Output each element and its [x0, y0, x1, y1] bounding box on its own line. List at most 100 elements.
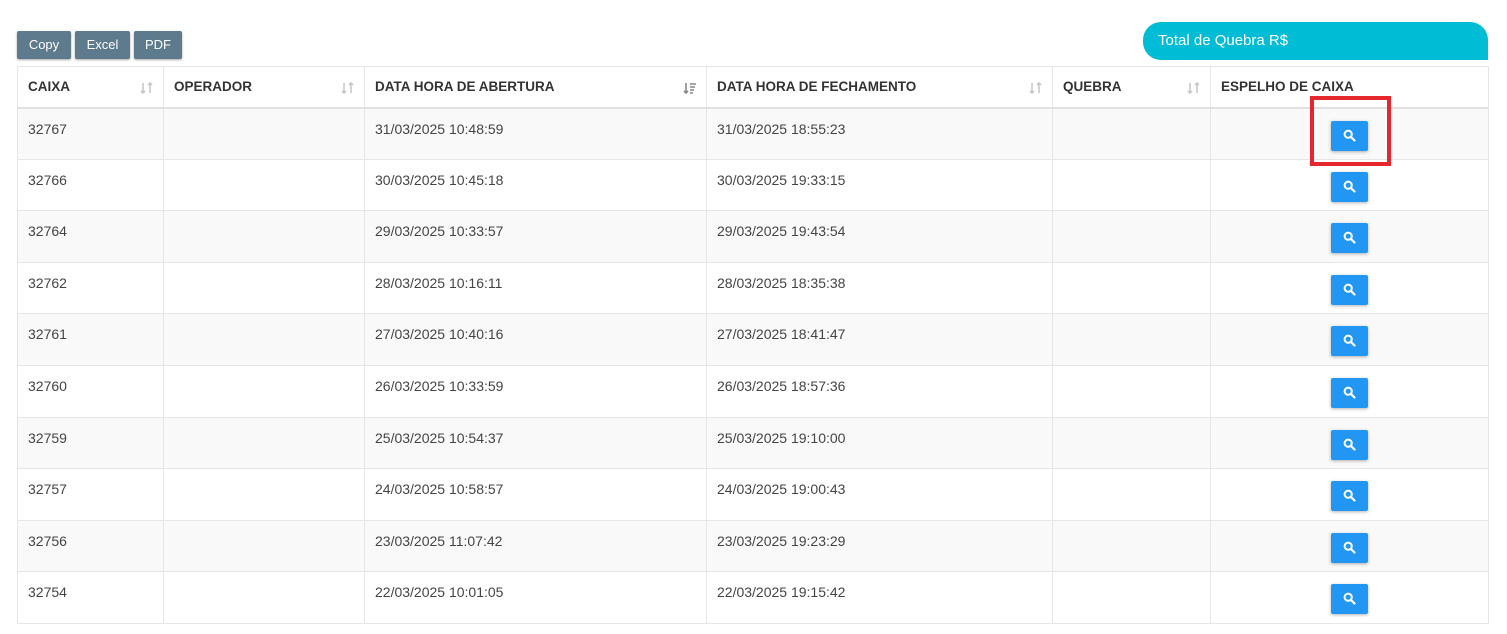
table-row: 32754 22/03/2025 10:01:05 22/03/2025 19:15…	[17, 571, 1489, 624]
cell-caixa: 32762	[17, 261, 164, 315]
cell-quebra	[1052, 468, 1211, 521]
table-row: 32760 26/03/2025 10:33:59 26/03/2025 18:57…	[17, 364, 1489, 418]
view-espelho-button[interactable]	[1331, 326, 1368, 357]
cell-abertura: 29/03/2025 10:33:57	[364, 210, 707, 263]
copy-button[interactable]: Copy	[17, 31, 71, 59]
caixa-table: CAIXA OPERADOR DATA HORA DE ABERTURA DAT…	[17, 66, 1489, 624]
table-body: 32767 31/03/2025 10:48:59 31/03/2025 18:55…	[17, 107, 1489, 624]
cell-espelho	[1210, 571, 1489, 624]
sort-both-icon[interactable]	[1029, 81, 1043, 95]
cell-fechamento: 30/03/2025 19:33:15	[706, 158, 1053, 212]
view-espelho-button[interactable]	[1331, 377, 1368, 408]
table-header-row: CAIXA OPERADOR DATA HORA DE ABERTURA DAT…	[17, 66, 1489, 109]
cell-caixa: 32759	[17, 416, 164, 470]
column-header-fechamento[interactable]: DATA HORA DE FECHAMENTO	[706, 66, 1053, 109]
table-row: 32766 30/03/2025 10:45:18 30/03/2025 19:33…	[17, 158, 1489, 212]
cell-fechamento: 31/03/2025 18:55:23	[706, 107, 1053, 160]
cell-espelho	[1210, 313, 1489, 366]
cell-caixa: 32764	[17, 210, 164, 263]
cell-fechamento: 22/03/2025 19:15:42	[706, 571, 1053, 624]
column-header-operador[interactable]: OPERADOR	[163, 66, 365, 109]
cell-caixa: 32756	[17, 519, 164, 573]
cell-caixa: 32754	[17, 571, 164, 624]
cell-espelho	[1210, 107, 1489, 160]
cell-caixa: 32761	[17, 313, 164, 366]
cell-fechamento: 25/03/2025 19:10:00	[706, 416, 1053, 470]
cell-operador	[163, 468, 365, 521]
view-espelho-button[interactable]	[1331, 429, 1368, 460]
cell-abertura: 26/03/2025 10:33:59	[364, 364, 707, 418]
cell-abertura: 31/03/2025 10:48:59	[364, 107, 707, 160]
cell-espelho	[1210, 519, 1489, 573]
cell-quebra	[1052, 313, 1211, 366]
cell-espelho	[1210, 468, 1489, 521]
cell-fechamento: 29/03/2025 19:43:54	[706, 210, 1053, 263]
view-espelho-button[interactable]	[1331, 120, 1368, 151]
column-header-quebra[interactable]: QUEBRA	[1052, 66, 1211, 109]
table-row: 32756 23/03/2025 11:07:42 23/03/2025 19:23…	[17, 519, 1489, 573]
cell-caixa: 32760	[17, 364, 164, 418]
cell-operador	[163, 571, 365, 624]
cell-fechamento: 28/03/2025 18:35:38	[706, 261, 1053, 315]
total-quebra-label: Total de Quebra R$	[1158, 32, 1289, 49]
view-espelho-button[interactable]	[1331, 171, 1368, 202]
cell-operador	[163, 416, 365, 470]
table-row: 32757 24/03/2025 10:58:57 24/03/2025 19:00…	[17, 468, 1489, 521]
cell-fechamento: 23/03/2025 19:23:29	[706, 519, 1053, 573]
cell-operador	[163, 364, 365, 418]
cell-abertura: 25/03/2025 10:54:37	[364, 416, 707, 470]
pdf-button[interactable]: PDF	[134, 31, 182, 59]
sort-both-icon[interactable]	[140, 81, 154, 95]
cell-espelho	[1210, 261, 1489, 315]
sort-desc-icon[interactable]	[683, 81, 697, 95]
cell-quebra	[1052, 107, 1211, 160]
column-header-label: CAIXA	[28, 79, 71, 94]
excel-button[interactable]: Excel	[75, 31, 130, 59]
cell-fechamento: 26/03/2025 18:57:36	[706, 364, 1053, 418]
cell-quebra	[1052, 416, 1211, 470]
total-quebra-badge: Total de Quebra R$	[1143, 22, 1488, 60]
cell-operador	[163, 519, 365, 573]
cell-operador	[163, 261, 365, 315]
column-header-label: ESPELHO DE CAIXA	[1221, 79, 1354, 94]
column-header-caixa[interactable]: CAIXA	[17, 66, 164, 109]
table-row: 32764 29/03/2025 10:33:57 29/03/2025 19:43…	[17, 210, 1489, 263]
cell-abertura: 22/03/2025 10:01:05	[364, 571, 707, 624]
cell-espelho	[1210, 158, 1489, 212]
cell-abertura: 24/03/2025 10:58:57	[364, 468, 707, 521]
view-espelho-button[interactable]	[1331, 274, 1368, 305]
cell-quebra	[1052, 210, 1211, 263]
table-row: 32761 27/03/2025 10:40:16 27/03/2025 18:41…	[17, 313, 1489, 366]
cell-espelho	[1210, 416, 1489, 470]
cell-quebra	[1052, 364, 1211, 418]
sort-both-icon[interactable]	[1187, 81, 1201, 95]
cell-abertura: 23/03/2025 11:07:42	[364, 519, 707, 573]
cell-caixa: 32766	[17, 158, 164, 212]
column-header-label: QUEBRA	[1063, 79, 1122, 94]
view-espelho-button[interactable]	[1331, 532, 1368, 563]
column-header-label: OPERADOR	[174, 79, 253, 94]
column-header-espelho: ESPELHO DE CAIXA	[1210, 66, 1489, 109]
column-header-abertura[interactable]: DATA HORA DE ABERTURA	[364, 66, 707, 109]
cell-quebra	[1052, 571, 1211, 624]
cell-quebra	[1052, 519, 1211, 573]
cell-fechamento: 27/03/2025 18:41:47	[706, 313, 1053, 366]
cell-operador	[163, 107, 365, 160]
cell-espelho	[1210, 364, 1489, 418]
cell-abertura: 30/03/2025 10:45:18	[364, 158, 707, 212]
table-row: 32762 28/03/2025 10:16:11 28/03/2025 18:35…	[17, 261, 1489, 315]
cell-abertura: 28/03/2025 10:16:11	[364, 261, 707, 315]
table-row: 32759 25/03/2025 10:54:37 25/03/2025 19:10…	[17, 416, 1489, 470]
view-espelho-button[interactable]	[1331, 584, 1368, 615]
view-espelho-button[interactable]	[1331, 223, 1368, 254]
cell-fechamento: 24/03/2025 19:00:43	[706, 468, 1053, 521]
cell-operador	[163, 210, 365, 263]
cell-espelho	[1210, 210, 1489, 263]
sort-both-icon[interactable]	[341, 81, 355, 95]
cell-caixa: 32757	[17, 468, 164, 521]
view-espelho-button[interactable]	[1331, 481, 1368, 512]
export-toolbar: Copy Excel PDF	[17, 31, 182, 59]
cell-operador	[163, 158, 365, 212]
column-header-label: DATA HORA DE FECHAMENTO	[717, 79, 917, 94]
column-header-label: DATA HORA DE ABERTURA	[375, 79, 555, 94]
